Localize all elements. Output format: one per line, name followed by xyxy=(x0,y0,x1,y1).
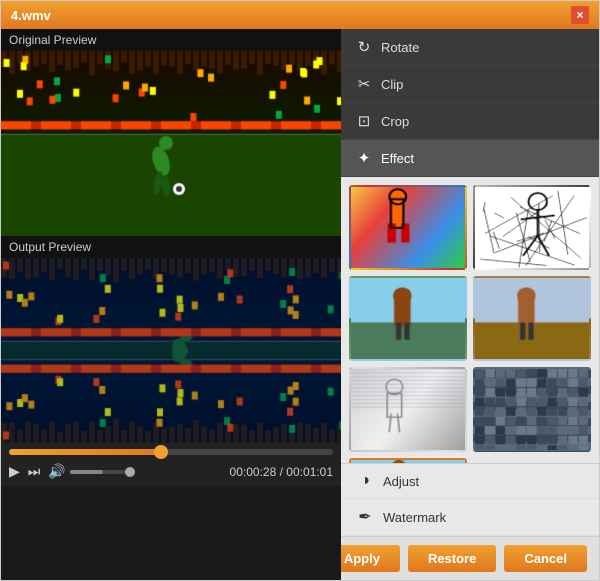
output-preview xyxy=(1,258,341,443)
adjust-icon: ◑ xyxy=(355,472,375,490)
window-title: 4.wmv xyxy=(11,8,51,23)
effect-sketch[interactable] xyxy=(473,185,591,270)
play-button[interactable]: ▶ xyxy=(9,463,20,480)
effect-normal1[interactable] xyxy=(349,276,467,361)
normal1-canvas xyxy=(351,278,465,359)
effect-mirror[interactable]: Mirror Vertical xyxy=(349,458,467,463)
tool-adjust[interactable]: ◑ Adjust xyxy=(341,464,599,499)
effect-icon: ✦ xyxy=(355,149,373,167)
original-preview-label: Original Preview xyxy=(1,29,341,51)
time-display: 00:00:28 / 00:01:01 xyxy=(230,465,333,479)
cartoon-canvas xyxy=(351,187,465,268)
volume-bar[interactable] xyxy=(70,470,130,474)
rotate-icon: ↻ xyxy=(355,38,373,56)
clip-icon: ✂ xyxy=(355,75,373,93)
emboss-canvas xyxy=(351,369,465,450)
mosaic-canvas xyxy=(475,369,589,450)
controls-row: ▶ ⏭ 🔊 00:00:28 / 00:01:01 xyxy=(9,463,333,480)
volume-area: 🔊 xyxy=(48,463,129,480)
watermark-label: Watermark xyxy=(383,510,446,525)
effect-emboss[interactable] xyxy=(349,367,467,452)
controls-area: ▶ ⏭ 🔊 00:00:28 / 00:01:01 xyxy=(1,443,341,486)
restore-button[interactable]: Restore xyxy=(408,545,496,572)
clip-label: Clip xyxy=(381,77,403,92)
effect-normal2[interactable] xyxy=(473,276,591,361)
effect-mosaic[interactable] xyxy=(473,367,591,452)
tool-watermark[interactable]: ✒ Watermark xyxy=(341,499,599,536)
output-preview-label: Output Preview xyxy=(1,236,341,258)
tool-crop[interactable]: ⊡ Crop xyxy=(341,103,599,140)
left-panel: Original Preview Output Preview ▶ ⏭ xyxy=(1,29,341,580)
bottom-tools: ◑ Adjust ✒ Watermark xyxy=(341,463,599,536)
rotate-label: Rotate xyxy=(381,40,419,55)
adjust-label: Adjust xyxy=(383,474,419,489)
progress-bar[interactable] xyxy=(9,449,333,455)
original-preview xyxy=(1,51,341,236)
original-canvas xyxy=(1,51,341,236)
volume-thumb xyxy=(125,467,135,477)
tool-rotate[interactable]: ↻ Rotate xyxy=(341,29,599,66)
tool-clip[interactable]: ✂ Clip xyxy=(341,66,599,103)
cancel-button[interactable]: Cancel xyxy=(504,545,587,572)
footer: Apply Restore Cancel xyxy=(341,536,599,580)
tool-effect[interactable]: ✦ Effect xyxy=(341,140,599,177)
main-window: 4.wmv × Original Preview Output Preview xyxy=(0,0,600,581)
sketch-canvas xyxy=(475,187,589,268)
output-canvas xyxy=(1,258,341,443)
apply-button[interactable]: Apply xyxy=(341,545,400,572)
effect-label: Effect xyxy=(381,151,414,166)
tools-menu: ↻ Rotate ✂ Clip ⊡ Crop ✦ Effect xyxy=(341,29,599,177)
skip-button[interactable]: ⏭ xyxy=(28,463,41,480)
crop-icon: ⊡ xyxy=(355,112,373,130)
normal2-canvas xyxy=(475,278,589,359)
right-panel: ↻ Rotate ✂ Clip ⊡ Crop ✦ Effect xyxy=(341,29,599,580)
main-content: Original Preview Output Preview ▶ ⏭ xyxy=(1,29,599,580)
effects-grid: Mirror Vertical xyxy=(341,177,599,463)
effect-cartoon[interactable] xyxy=(349,185,467,270)
watermark-icon: ✒ xyxy=(355,507,375,527)
volume-fill xyxy=(70,470,103,474)
progress-fill xyxy=(9,449,161,455)
mirror-canvas xyxy=(351,460,465,463)
crop-label: Crop xyxy=(381,114,409,129)
progress-thumb xyxy=(154,445,168,459)
volume-icon: 🔊 xyxy=(48,463,65,480)
close-button[interactable]: × xyxy=(571,6,589,24)
title-bar: 4.wmv × xyxy=(1,1,599,29)
